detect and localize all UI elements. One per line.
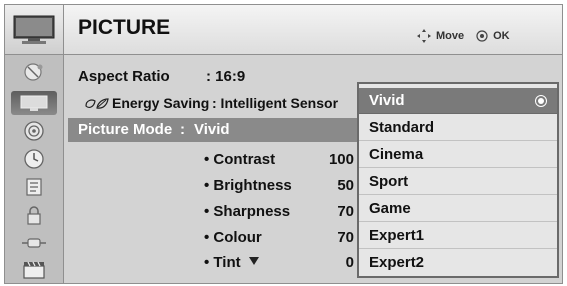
sharpness-value: 70 bbox=[337, 203, 354, 220]
dropdown-option-label: Sport bbox=[369, 173, 409, 190]
option-icon bbox=[26, 178, 42, 196]
dropdown-option-expert2[interactable]: Expert2 bbox=[359, 250, 557, 276]
dropdown-option-label: Expert2 bbox=[369, 254, 425, 271]
sharpness-label: • Sharpness bbox=[204, 203, 291, 220]
picture-mode-separator: : bbox=[180, 121, 185, 138]
aspect-ratio-row[interactable]: Aspect Ratio : 16:9 bbox=[78, 68, 378, 90]
ok-button-icon bbox=[476, 30, 488, 42]
dropdown-option-vivid[interactable]: Vivid bbox=[359, 88, 557, 114]
sidebar-item-option[interactable] bbox=[11, 175, 57, 199]
dropdown-option-label: Expert1 bbox=[369, 227, 425, 244]
dropdown-option-game[interactable]: Game bbox=[359, 196, 557, 222]
input-icon bbox=[22, 238, 46, 248]
contrast-label: • Contrast bbox=[204, 151, 276, 168]
colour-row[interactable]: • Colour 70 bbox=[204, 229, 354, 251]
contrast-row[interactable]: • Contrast 100 bbox=[204, 151, 354, 173]
aspect-ratio-label: Aspect Ratio bbox=[78, 68, 170, 85]
picture-icon bbox=[20, 95, 48, 111]
sharpness-row[interactable]: • Sharpness 70 bbox=[204, 203, 354, 225]
picture-menu-osd: PICTURE Move OK Aspect Ratio : 16:9 Ener… bbox=[0, 0, 567, 286]
sidebar-header bbox=[5, 5, 63, 55]
sidebar-item-audio[interactable] bbox=[11, 119, 57, 143]
sidebar-item-picture[interactable] bbox=[11, 91, 57, 115]
tint-value: 0 bbox=[345, 254, 354, 271]
time-icon bbox=[24, 149, 44, 169]
navigation-hint: Move OK bbox=[416, 28, 510, 44]
satellite-icon bbox=[24, 63, 43, 81]
picture-mode-dropdown: Vivid Standard Cinema Sport Game Expert1… bbox=[357, 82, 559, 278]
dropdown-option-label: Game bbox=[369, 200, 411, 217]
energy-saving-label: Energy Saving bbox=[112, 95, 210, 111]
clapperboard-icon bbox=[23, 261, 45, 279]
tint-label: • Tint bbox=[204, 254, 241, 271]
energy-saving-value: : Intelligent Sensor bbox=[212, 95, 339, 111]
move-hint-label: Move bbox=[436, 30, 465, 42]
picture-mode-value: Vivid bbox=[194, 121, 230, 138]
picture-mode-label: Picture Mode bbox=[78, 121, 173, 138]
page-title: PICTURE bbox=[78, 16, 171, 39]
tint-row[interactable]: • Tint 0 bbox=[204, 254, 354, 276]
dropdown-option-standard[interactable]: Standard bbox=[359, 115, 557, 141]
selected-radio-icon bbox=[535, 95, 547, 107]
brightness-value: 50 bbox=[337, 177, 354, 194]
brightness-row[interactable]: • Brightness 50 bbox=[204, 177, 354, 199]
ok-hint-label: OK bbox=[493, 30, 510, 42]
dropdown-option-expert1[interactable]: Expert1 bbox=[359, 223, 557, 249]
sidebar-item-time[interactable] bbox=[11, 147, 57, 171]
sidebar-item-screen[interactable] bbox=[11, 60, 57, 84]
lock-icon bbox=[27, 206, 41, 225]
sidebar-item-movie-list[interactable] bbox=[11, 257, 57, 281]
scroll-down-arrow-icon[interactable] bbox=[249, 257, 259, 265]
menu-sidebar bbox=[4, 4, 64, 284]
dropdown-option-label: Standard bbox=[369, 119, 435, 136]
dropdown-option-label: Vivid bbox=[369, 92, 405, 109]
sidebar-item-lock[interactable] bbox=[11, 203, 57, 227]
menu-header: PICTURE Move OK bbox=[64, 5, 562, 55]
dropdown-option-label: Cinema bbox=[369, 146, 424, 163]
tv-icon bbox=[13, 15, 55, 44]
sidebar-item-input[interactable] bbox=[11, 231, 57, 255]
move-arrows-icon bbox=[417, 29, 431, 43]
energy-saving-leaf-icon bbox=[85, 98, 109, 109]
contrast-value: 100 bbox=[328, 151, 354, 168]
dropdown-option-cinema[interactable]: Cinema bbox=[359, 142, 557, 168]
dropdown-option-sport[interactable]: Sport bbox=[359, 169, 557, 195]
colour-label: • Colour bbox=[204, 229, 262, 246]
colour-value: 70 bbox=[337, 229, 354, 246]
audio-icon bbox=[24, 121, 44, 141]
aspect-ratio-value: : 16:9 bbox=[206, 68, 246, 85]
brightness-label: • Brightness bbox=[204, 177, 292, 194]
